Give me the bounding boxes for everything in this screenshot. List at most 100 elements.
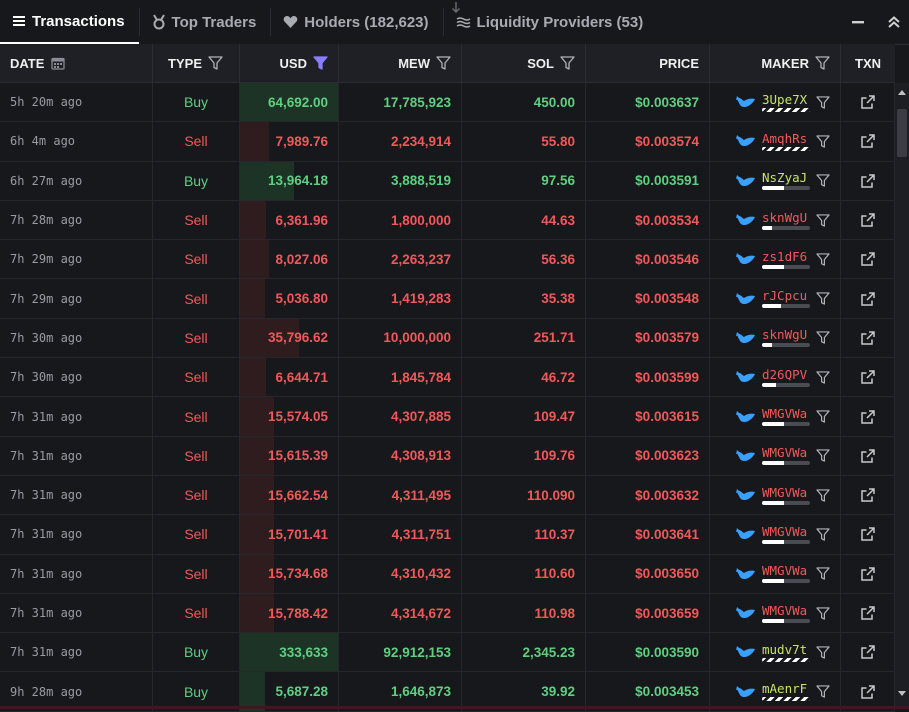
filter-icon[interactable] — [816, 528, 830, 541]
filter-icon[interactable] — [816, 488, 830, 502]
date-cell: 7h 31m ago — [0, 554, 153, 593]
txn-cell — [841, 593, 895, 633]
filter-icon[interactable] — [816, 292, 830, 305]
maker-address-link[interactable]: mAenrF — [762, 682, 807, 696]
filter-icon[interactable] — [816, 410, 830, 423]
filter-icon[interactable] — [436, 56, 451, 70]
price-cell: $0.003453 — [586, 672, 710, 711]
type-cell: Buy — [153, 633, 240, 672]
filter-icon[interactable] — [816, 685, 830, 698]
scrollbar[interactable] — [895, 83, 909, 709]
date-cell: 7h 30m ago — [0, 358, 153, 397]
external-link-icon[interactable] — [860, 291, 875, 306]
sol-value: 55.80 — [541, 133, 575, 149]
external-link-icon[interactable] — [860, 645, 875, 660]
date-text: 7h 31m ago — [10, 566, 83, 581]
filter-icon[interactable] — [560, 56, 575, 70]
mew-cell: 2,234,914 — [339, 122, 462, 161]
external-link-icon[interactable] — [860, 370, 875, 384]
maker-address-link[interactable]: sknWgU — [762, 210, 807, 225]
price-cell: $0.003650 — [586, 554, 710, 593]
whale-icon — [736, 449, 755, 461]
filter-icon[interactable] — [816, 371, 830, 384]
sol-cell: 55.80 — [462, 122, 586, 161]
filter-icon[interactable] — [816, 606, 830, 620]
column-header-usd[interactable]: USD — [240, 44, 339, 82]
maker-address-link[interactable]: WMGVWa — [762, 524, 807, 539]
sol-cell: 44.63 — [462, 200, 586, 240]
mew-cell: 4,310,432 — [339, 554, 462, 593]
filter-icon[interactable] — [816, 135, 830, 148]
type-cell: Buy — [153, 672, 240, 711]
collapse-up-icon[interactable] — [887, 15, 901, 29]
maker-address-link[interactable]: zs1dF6 — [762, 249, 807, 264]
filter-icon[interactable] — [816, 174, 830, 187]
filter-active-icon[interactable] — [313, 56, 328, 70]
maker-address-link[interactable]: WMGVWa — [762, 485, 807, 500]
maker-cell: WMGVWa — [710, 397, 841, 436]
table-row: 7h 28m ago Sell 6,361.96 1,800,000 44.63 $0.0… — [0, 200, 895, 241]
txn-cell — [841, 358, 895, 397]
usd-bar — [240, 358, 267, 397]
maker-address-link[interactable]: 3Upe7X — [762, 92, 807, 107]
maker-address-link[interactable]: d26QPV — [762, 367, 807, 382]
filter-icon[interactable] — [208, 56, 223, 70]
scroll-down-icon[interactable] — [898, 691, 906, 697]
type-text: Buy — [183, 94, 209, 111]
external-link-icon[interactable] — [860, 449, 875, 463]
filter-icon[interactable] — [816, 567, 830, 580]
external-link-icon[interactable] — [860, 213, 875, 227]
column-header-maker[interactable]: MAKER — [710, 44, 841, 82]
tab-liquidity-providers[interactable]: Liquidity Providers (53) — [444, 0, 658, 44]
filter-icon[interactable] — [816, 213, 830, 227]
filter-icon[interactable] — [816, 253, 830, 266]
maker-address-link[interactable]: NsZyaJ — [762, 171, 807, 185]
maker-address-link[interactable]: WMGVWa — [762, 407, 807, 421]
external-link-icon[interactable] — [860, 566, 875, 581]
usd-value: 13,964.18 — [267, 173, 328, 189]
external-link-icon[interactable] — [860, 95, 875, 109]
external-link-icon[interactable] — [860, 606, 875, 620]
maker-address-link[interactable]: AmqhRs — [762, 131, 807, 146]
mew-value: 2,263,237 — [390, 251, 451, 267]
maker-address-link[interactable]: mudv7t — [762, 642, 807, 657]
type-cell: Sell — [153, 515, 240, 554]
tab-top-traders[interactable]: Top Traders — [140, 0, 271, 44]
heart-icon — [283, 16, 298, 28]
minimize-icon[interactable] — [851, 15, 865, 29]
type-cell: Sell — [153, 358, 240, 397]
external-link-icon[interactable] — [860, 252, 875, 267]
filter-icon[interactable] — [816, 449, 830, 462]
maker-bar — [762, 146, 810, 151]
usd-bar — [240, 279, 265, 318]
scroll-up-icon[interactable] — [898, 89, 906, 95]
external-link-icon[interactable] — [860, 134, 875, 149]
maker-address-link[interactable]: rJCpcu — [762, 289, 807, 303]
maker-bar-fill — [762, 539, 784, 544]
external-link-icon[interactable] — [860, 684, 875, 699]
column-header-mew[interactable]: MEW — [339, 44, 462, 82]
maker-address-link[interactable]: WMGVWa — [762, 446, 807, 460]
scrollbar-thumb[interactable] — [897, 109, 907, 157]
external-link-icon[interactable] — [860, 331, 875, 345]
filter-icon[interactable] — [816, 331, 830, 345]
column-header-sol[interactable]: SOL — [462, 44, 586, 82]
filter-icon[interactable] — [816, 95, 830, 109]
filter-icon[interactable] — [815, 56, 830, 70]
date-cell: 6h 4m ago — [0, 122, 153, 161]
external-link-icon[interactable] — [860, 409, 875, 424]
usd-value: 5,687.28 — [275, 684, 328, 700]
filter-icon[interactable] — [816, 646, 830, 659]
tab-transactions[interactable]: Transactions — [0, 0, 139, 44]
external-link-icon[interactable] — [860, 173, 875, 188]
column-header-date[interactable]: DATE — [0, 44, 153, 82]
sol-value: 44.63 — [541, 212, 575, 228]
calendar-icon[interactable] — [51, 56, 66, 70]
column-header-type[interactable]: TYPE — [153, 44, 240, 82]
external-link-icon[interactable] — [860, 488, 875, 502]
maker-address-link[interactable]: sknWgU — [762, 328, 807, 342]
maker-address-link[interactable]: WMGVWa — [762, 603, 807, 618]
tab-holders[interactable]: Holders (182,623) — [271, 0, 442, 44]
external-link-icon[interactable] — [860, 527, 875, 542]
maker-address-link[interactable]: WMGVWa — [762, 564, 807, 578]
